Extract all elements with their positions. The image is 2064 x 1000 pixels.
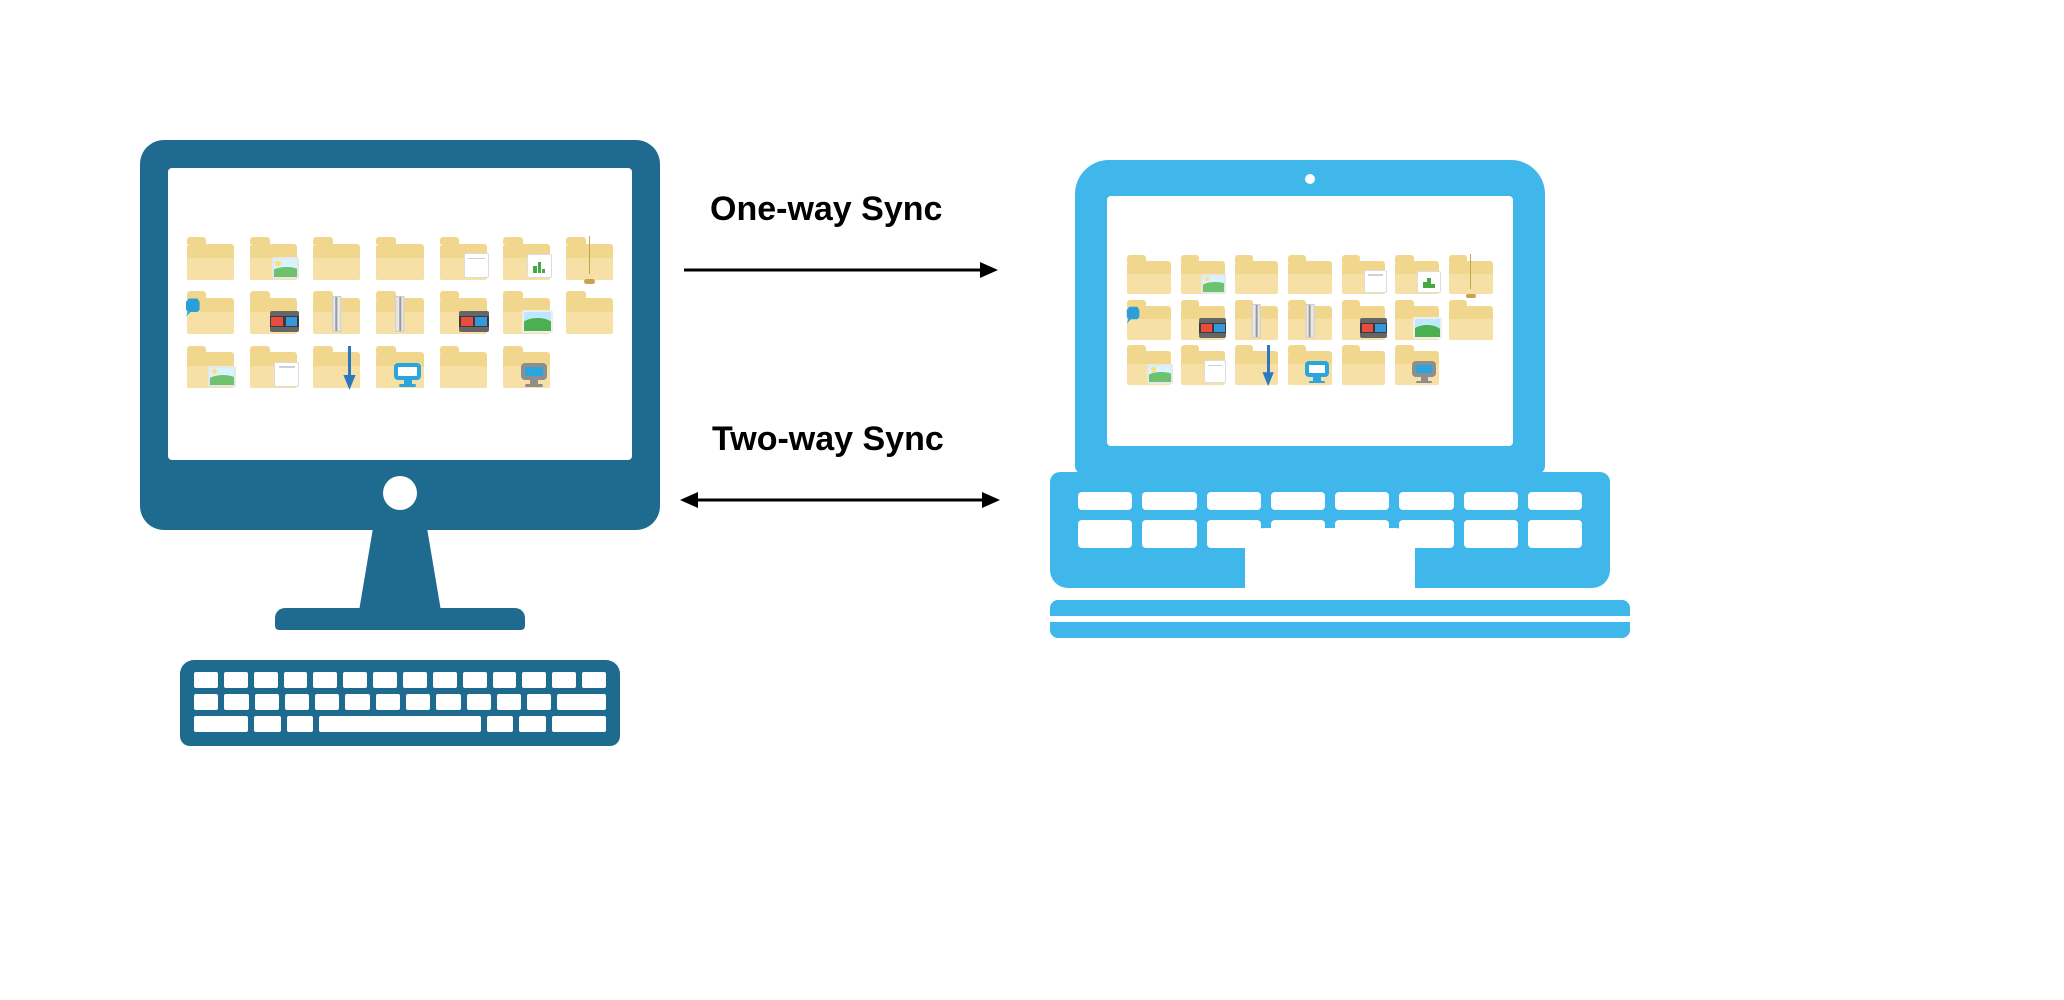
folder-music-icon xyxy=(187,294,234,334)
folder-zip-icon xyxy=(1288,302,1332,339)
folder-landscape-icon xyxy=(503,294,550,334)
folder-pc-icon xyxy=(1395,348,1439,385)
folder-icon xyxy=(1342,348,1386,385)
two-way-sync-label: Two-way Sync xyxy=(712,420,944,459)
folder-image-icon xyxy=(1181,257,1225,294)
folder-video-icon xyxy=(1181,302,1225,339)
monitor-neck xyxy=(355,528,445,608)
desktop-computer xyxy=(140,140,660,746)
monitor-icon xyxy=(140,140,660,530)
folder-document-icon xyxy=(250,348,297,388)
folder-icon xyxy=(440,348,487,388)
laptop-base-icon xyxy=(1050,600,1630,638)
laptop-computer xyxy=(1050,160,1570,638)
folder-zip-icon xyxy=(376,294,423,334)
folder-landscape-icon xyxy=(1395,302,1439,339)
desktop-icon-grid xyxy=(187,240,614,389)
folder-video-icon xyxy=(250,294,297,334)
monitor-screen xyxy=(168,168,632,460)
arrow-right-icon xyxy=(680,250,1000,290)
folder-icon xyxy=(1127,257,1171,294)
empty-slot xyxy=(1449,348,1493,385)
folder-pc-icon xyxy=(503,348,550,388)
arrow-bidirectional-icon xyxy=(680,480,1000,520)
folder-icon xyxy=(187,240,234,280)
folder-icon xyxy=(566,294,613,334)
folder-lamp-icon xyxy=(1449,257,1493,294)
monitor-home-button-icon xyxy=(383,476,417,510)
folder-zip-icon xyxy=(1235,302,1279,339)
folder-document-icon xyxy=(1342,257,1386,294)
folder-chart-icon xyxy=(1395,257,1439,294)
laptop-icon-grid xyxy=(1127,257,1492,384)
one-way-sync-label: One-way Sync xyxy=(710,190,942,229)
folder-download-icon xyxy=(313,348,360,388)
folder-image-icon xyxy=(187,348,234,388)
folder-icon xyxy=(313,240,360,280)
folder-icon xyxy=(1288,257,1332,294)
laptop-body-icon xyxy=(1050,472,1610,588)
folder-document-icon xyxy=(1181,348,1225,385)
keyboard-icon xyxy=(180,660,620,746)
folder-icon xyxy=(376,240,423,280)
folder-chart-icon xyxy=(503,240,550,280)
folder-image-icon xyxy=(1127,348,1171,385)
folder-lamp-icon xyxy=(566,240,613,280)
laptop-trackpad-icon xyxy=(1245,528,1415,588)
folder-zip-icon xyxy=(313,294,360,334)
folder-video-icon xyxy=(1342,302,1386,339)
laptop-screen xyxy=(1107,196,1513,446)
folder-screen-icon xyxy=(376,348,423,388)
empty-slot xyxy=(566,348,613,388)
folder-music-icon xyxy=(1127,302,1171,339)
laptop-camera-icon xyxy=(1305,174,1315,184)
folder-icon xyxy=(1449,302,1493,339)
folder-download-icon xyxy=(1235,348,1279,385)
folder-video-icon xyxy=(440,294,487,334)
folder-screen-icon xyxy=(1288,348,1332,385)
folder-document-icon xyxy=(440,240,487,280)
folder-image-icon xyxy=(250,240,297,280)
laptop-lid-icon xyxy=(1075,160,1545,474)
monitor-base xyxy=(275,608,525,630)
folder-icon xyxy=(1235,257,1279,294)
